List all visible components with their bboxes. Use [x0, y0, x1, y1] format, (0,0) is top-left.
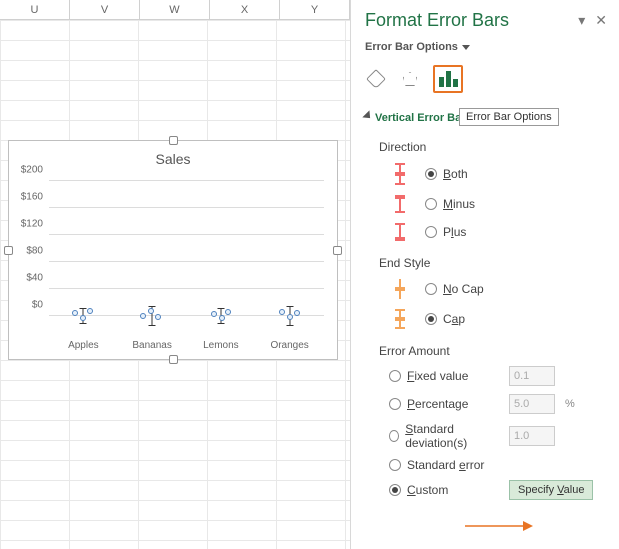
resize-handle-right[interactable]	[333, 246, 342, 255]
xtick: Oranges	[255, 340, 324, 351]
fill-line-icon[interactable]	[365, 68, 387, 90]
error-bar-options-dropdown[interactable]: Error Bar Options	[351, 37, 619, 57]
ytick: $200	[21, 165, 43, 176]
error-amount-label: Error Amount	[351, 334, 619, 362]
minus-icon	[399, 195, 401, 213]
amount-percentage-radio[interactable]: Percentage	[389, 397, 499, 411]
col-W[interactable]: W	[140, 0, 210, 19]
percent-sign: %	[565, 398, 575, 410]
xtick: Apples	[49, 340, 118, 351]
percentage-value-input[interactable]: 5.0	[509, 394, 555, 414]
chart-title[interactable]: Sales	[9, 151, 337, 167]
xtick: Lemons	[187, 340, 256, 351]
ytick: $40	[26, 273, 43, 284]
amount-fixed-radio[interactable]: Fixed value	[389, 369, 499, 383]
format-error-bars-pane: Format Error Bars ▾ ✕ Error Bar Options …	[350, 0, 619, 549]
col-U[interactable]: U	[0, 0, 70, 19]
bars	[49, 181, 324, 316]
direction-plus-radio[interactable]: Plus	[425, 225, 605, 239]
bar-options-icon[interactable]	[433, 65, 463, 93]
resize-handle-bottom[interactable]	[169, 355, 178, 364]
specify-value-button[interactable]: Specify Value	[509, 480, 593, 500]
effects-icon[interactable]	[399, 68, 421, 90]
ytick: $120	[21, 219, 43, 230]
ytick: $80	[26, 246, 43, 257]
y-axis: $0 $40 $80 $120 $160 $200	[9, 181, 47, 316]
direction-label: Direction	[351, 130, 619, 158]
plot-area[interactable]	[49, 181, 324, 341]
endstyle-cap-radio[interactable]: Cap	[425, 312, 605, 326]
amount-stderr-radio[interactable]: Standard error	[389, 458, 499, 472]
xtick: Bananas	[118, 340, 187, 351]
stddev-value-input[interactable]: 1.0	[509, 426, 555, 446]
close-icon[interactable]: ✕	[595, 12, 607, 29]
col-Y[interactable]: Y	[280, 0, 350, 19]
embedded-chart[interactable]: Sales $0 $40 $80 $120 $160 $200 Apples	[8, 140, 338, 360]
ytick: $160	[21, 192, 43, 203]
pane-title: Format Error Bars	[365, 10, 509, 31]
spreadsheet-area: U V W X Y Sales $0 $40 $80 $120 $160 $20…	[0, 0, 350, 549]
fixed-value-input[interactable]: 0.1	[509, 366, 555, 386]
x-axis: Apples Bananas Lemons Oranges	[49, 340, 324, 351]
endstyle-nocap-radio[interactable]: No Cap	[425, 282, 605, 296]
nocap-icon	[399, 279, 401, 299]
cap-icon	[399, 309, 401, 329]
ytick: $0	[32, 300, 43, 311]
pane-dropdown-icon[interactable]: ▾	[578, 12, 585, 29]
col-V[interactable]: V	[70, 0, 140, 19]
column-headers: U V W X Y	[0, 0, 350, 20]
amount-custom-radio[interactable]: Custom	[389, 483, 499, 497]
direction-both-radio[interactable]: Both	[425, 167, 605, 181]
direction-minus-radio[interactable]: Minus	[425, 197, 605, 211]
resize-handle-top[interactable]	[169, 136, 178, 145]
both-icon	[399, 163, 401, 185]
plus-icon	[399, 223, 401, 241]
annotation-arrow	[465, 517, 535, 535]
amount-stddev-radio[interactable]: Standard deviation(s)	[389, 422, 499, 450]
end-style-label: End Style	[351, 246, 619, 274]
tooltip: Error Bar Options	[459, 108, 559, 126]
col-X[interactable]: X	[210, 0, 280, 19]
